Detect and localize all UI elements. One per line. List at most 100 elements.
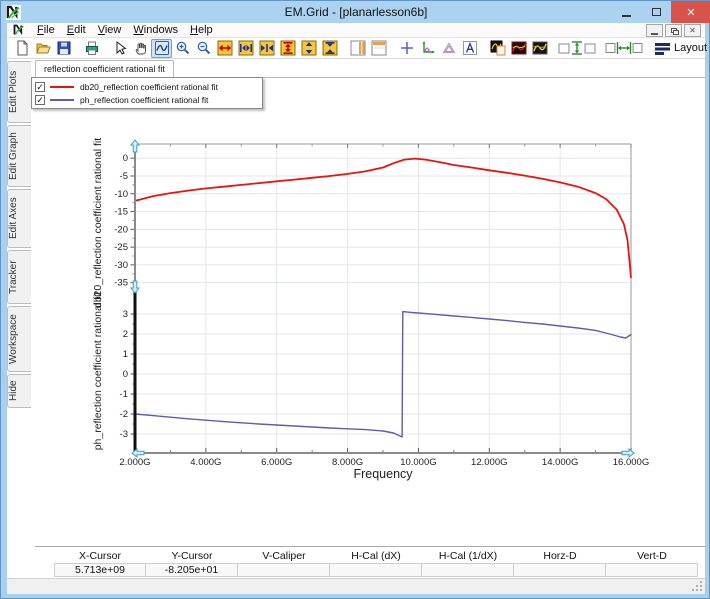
- header-x-cursor: X-Cursor: [54, 549, 146, 563]
- cursor-readout-panel: X-Cursor Y-Cursor V-Caliper H-Cal (dX) H…: [35, 546, 705, 578]
- delta-triangle-icon: [441, 40, 457, 56]
- x-tick-label: 12.000G: [471, 457, 507, 468]
- text-tool-button[interactable]: [459, 39, 480, 58]
- maximize-icon: [652, 8, 661, 16]
- layout-menu-button[interactable]: Layout ▼: [651, 40, 710, 56]
- axis-strip-right-icon: [350, 40, 366, 56]
- value-h-cal-1dx: [422, 563, 514, 577]
- menu-bar: File Edit View Windows Help ✕: [7, 23, 705, 38]
- legend-line-sample-db20: [50, 86, 74, 88]
- menu-file[interactable]: File: [31, 23, 61, 38]
- plot-canvas: 2.000G4.000G6.000G8.000G10.000G12.000G14…: [35, 78, 705, 546]
- menu-help[interactable]: Help: [184, 23, 219, 38]
- axis-handle-db20-top[interactable]: [131, 140, 139, 152]
- delta-marker-button[interactable]: [438, 39, 459, 58]
- legend-label-ph: ph_reflection coefficient rational fit: [80, 95, 208, 105]
- legend-checkbox-ph[interactable]: ✓: [35, 95, 45, 105]
- select-cursor-icon: [112, 40, 128, 56]
- zoom-region-button[interactable]: [151, 39, 172, 58]
- sidebar-tab-workspace[interactable]: Workspace: [7, 306, 31, 372]
- sidebar: Edit Plots Edit Graph Edit Axes Tracker …: [7, 59, 35, 578]
- child-minimize-button[interactable]: [646, 24, 663, 37]
- expand-x-fit-button[interactable]: [235, 39, 256, 58]
- axis-strip-right-button[interactable]: [347, 39, 368, 58]
- plot-style-dark2-button[interactable]: [529, 39, 550, 58]
- crosshair-tool-button[interactable]: [396, 39, 417, 58]
- title-bar[interactable]: EM.Grid - [planarlesson6b] ✕: [1, 1, 710, 23]
- cursor-header-row: X-Cursor Y-Cursor V-Caliper H-Cal (dX) H…: [54, 549, 698, 563]
- legend-checkbox-db20[interactable]: ✓: [35, 82, 45, 92]
- y-tick-label: 3: [123, 309, 128, 320]
- expand-x-button[interactable]: [214, 39, 235, 58]
- value-vert-d: [606, 563, 698, 577]
- y-axis-title-ph: ph_reflection coefficient rational fit: [92, 292, 104, 451]
- child-close-button[interactable]: ✕: [684, 24, 701, 37]
- value-x-cursor: 5.713e+09: [54, 563, 146, 577]
- resize-grip[interactable]: [691, 580, 703, 592]
- expand-y-fit-icon: [301, 40, 317, 56]
- y-tick-label: -5: [120, 171, 128, 182]
- open-file-button[interactable]: [32, 39, 53, 58]
- header-horz-d: Horz-D: [514, 549, 606, 563]
- close-icon: ✕: [686, 6, 695, 19]
- print-button[interactable]: [81, 39, 102, 58]
- y-tick-label: 2: [123, 329, 128, 340]
- y-tick-label: -25: [114, 242, 128, 253]
- expand-y-button[interactable]: [277, 39, 298, 58]
- child-restore-button[interactable]: [665, 24, 682, 37]
- sidebar-tab-edit-graph[interactable]: Edit Graph: [7, 125, 31, 187]
- x-tick-label: 6.000G: [261, 457, 292, 468]
- copy-plot-icon: [490, 40, 506, 56]
- save-button[interactable]: [53, 39, 74, 58]
- y-tick-label: 1: [123, 349, 128, 360]
- expand-x-fit-icon: [238, 40, 254, 56]
- y-tick-label: -2: [120, 409, 128, 420]
- axes-tool-button[interactable]: [417, 39, 438, 58]
- select-cursor-button[interactable]: [109, 39, 130, 58]
- compress-x-icon: [259, 40, 275, 56]
- open-folder-icon: [35, 40, 51, 56]
- pan-hand-button[interactable]: [130, 39, 151, 58]
- distribute-vertical-button[interactable]: [557, 39, 597, 58]
- tab-reflection-coefficient[interactable]: reflection coefficient rational fit: [35, 60, 174, 78]
- value-h-cal-dx: [330, 563, 422, 577]
- minimize-button[interactable]: [611, 1, 641, 23]
- expand-y-fit-button[interactable]: [298, 39, 319, 58]
- pan-hand-icon: [133, 40, 149, 56]
- sidebar-tab-edit-axes[interactable]: Edit Axes: [7, 189, 31, 248]
- y-tick-label: 0: [123, 153, 128, 164]
- zoom-out-button[interactable]: [193, 39, 214, 58]
- menu-edit[interactable]: Edit: [61, 23, 92, 38]
- y-tick-label: -35: [114, 278, 128, 289]
- menu-windows[interactable]: Windows: [127, 23, 184, 38]
- tab-strip: reflection coefficient rational fit: [35, 59, 705, 78]
- legend-item-db20: ✓ db20_reflection coefficient rational f…: [35, 80, 262, 93]
- sidebar-tab-edit-plots[interactable]: Edit Plots: [7, 61, 31, 123]
- header-h-cal-dx: H-Cal (dX): [330, 549, 422, 563]
- axis-strip-top-button[interactable]: [368, 39, 389, 58]
- sidebar-tab-hide[interactable]: Hide: [7, 374, 31, 408]
- child-minimize-icon: [651, 33, 658, 35]
- save-icon: [56, 40, 72, 56]
- compress-y-button[interactable]: [319, 39, 340, 58]
- layout-label: Layout: [674, 42, 707, 54]
- axis-handle-x-right[interactable]: [622, 449, 634, 457]
- value-y-cursor: -8.205e+01: [146, 563, 238, 577]
- plot-style-dark-button[interactable]: [508, 39, 529, 58]
- close-button[interactable]: ✕: [671, 1, 710, 23]
- sidebar-tab-tracker[interactable]: Tracker: [7, 250, 31, 304]
- menu-view[interactable]: View: [92, 23, 128, 38]
- compress-y-icon: [322, 40, 338, 56]
- header-vert-d: Vert-D: [606, 549, 698, 563]
- compress-x-button[interactable]: [256, 39, 277, 58]
- copy-plot-button[interactable]: [487, 39, 508, 58]
- expand-y-icon: [280, 40, 296, 56]
- window-title: EM.Grid - [planarlesson6b]: [1, 5, 710, 19]
- y-tick-label: -1: [120, 389, 128, 400]
- maximize-button[interactable]: [641, 1, 671, 23]
- y-tick-label: -15: [114, 207, 128, 218]
- x-tick-label: 14.000G: [542, 457, 578, 468]
- distribute-horizontal-button[interactable]: [604, 39, 644, 58]
- new-file-button[interactable]: [11, 39, 32, 58]
- zoom-in-button[interactable]: [172, 39, 193, 58]
